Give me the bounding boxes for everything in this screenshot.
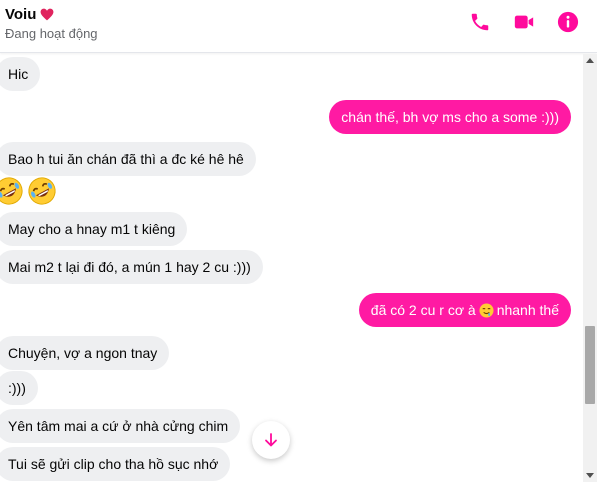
message-text: Tui sẽ gửi clip cho tha hồ sục nhớ	[8, 456, 219, 472]
message-text: Chuyện, vợ a ngon tnay	[8, 345, 158, 361]
message-bubble-incoming[interactable]: Chuyện, vợ a ngon tnay	[0, 336, 170, 370]
message-bubble-outgoing[interactable]: chán thế, bh vợ ms cho a some :)))	[329, 100, 571, 134]
message-text: Hic	[8, 66, 29, 82]
contact-name[interactable]: Voiu	[5, 6, 36, 23]
message-bubble-incoming[interactable]: May cho a hnay m1 t kiêng	[0, 212, 188, 246]
video-camera-icon[interactable]	[513, 11, 535, 33]
message-bubble-incoming[interactable]: Hic	[0, 57, 41, 91]
message-text: May cho a hnay m1 t kiêng	[8, 221, 176, 237]
scrollbar[interactable]	[583, 54, 597, 482]
arrow-down-icon	[265, 433, 277, 447]
emoji-message[interactable]	[0, 176, 60, 206]
message-bubble-incoming[interactable]: Tui sẽ gửi clip cho tha hồ sục nhớ	[0, 447, 231, 481]
chat-header: Voiu Đang hoạt động	[0, 0, 597, 53]
message-bubble-incoming[interactable]: Mai m2 t lại đi đó, a mún 1 hay 2 cu :))…	[0, 250, 263, 284]
message-text: nhanh thế	[496, 302, 559, 318]
message-bubble-incoming[interactable]: Yên tâm mai a cứ ở nhà cửng chim	[0, 409, 241, 443]
drooling-face-emoji	[479, 303, 494, 318]
info-icon[interactable]	[557, 11, 579, 33]
message-bubble-incoming[interactable]: :)))	[0, 371, 38, 405]
scroll-up-arrow-icon[interactable]	[586, 58, 594, 63]
message-text: Bao h tui ăn chán đã thì a đc ké hê hê	[8, 151, 244, 167]
message-bubble-incoming[interactable]: Bao h tui ăn chán đã thì a đc ké hê hê	[0, 142, 256, 176]
message-text: :)))	[8, 380, 26, 396]
phone-icon[interactable]	[469, 11, 491, 33]
rolling-on-floor-laughing-emoji	[0, 177, 23, 205]
red-heart-icon	[40, 8, 54, 21]
rolling-on-floor-laughing-emoji	[28, 177, 56, 205]
message-list[interactable]: Hic chán thế, bh vợ ms cho a some :))) B…	[0, 54, 583, 482]
scroll-down-arrow-icon[interactable]	[586, 473, 594, 478]
message-bubble-outgoing[interactable]: đã có 2 cu r cơ à nhanh thế	[358, 293, 571, 327]
message-text: đã có 2 cu r cơ à	[370, 302, 476, 318]
scrollbar-thumb[interactable]	[585, 326, 595, 404]
scroll-to-bottom-button[interactable]	[252, 421, 290, 459]
message-text: chán thế, bh vợ ms cho a some :)))	[341, 109, 559, 125]
message-text: Mai m2 t lại đi đó, a mún 1 hay 2 cu :))…	[8, 259, 251, 275]
contact-title: Voiu	[5, 6, 54, 23]
message-text: Yên tâm mai a cứ ở nhà cửng chim	[8, 418, 229, 434]
active-status: Đang hoạt động	[5, 26, 98, 41]
